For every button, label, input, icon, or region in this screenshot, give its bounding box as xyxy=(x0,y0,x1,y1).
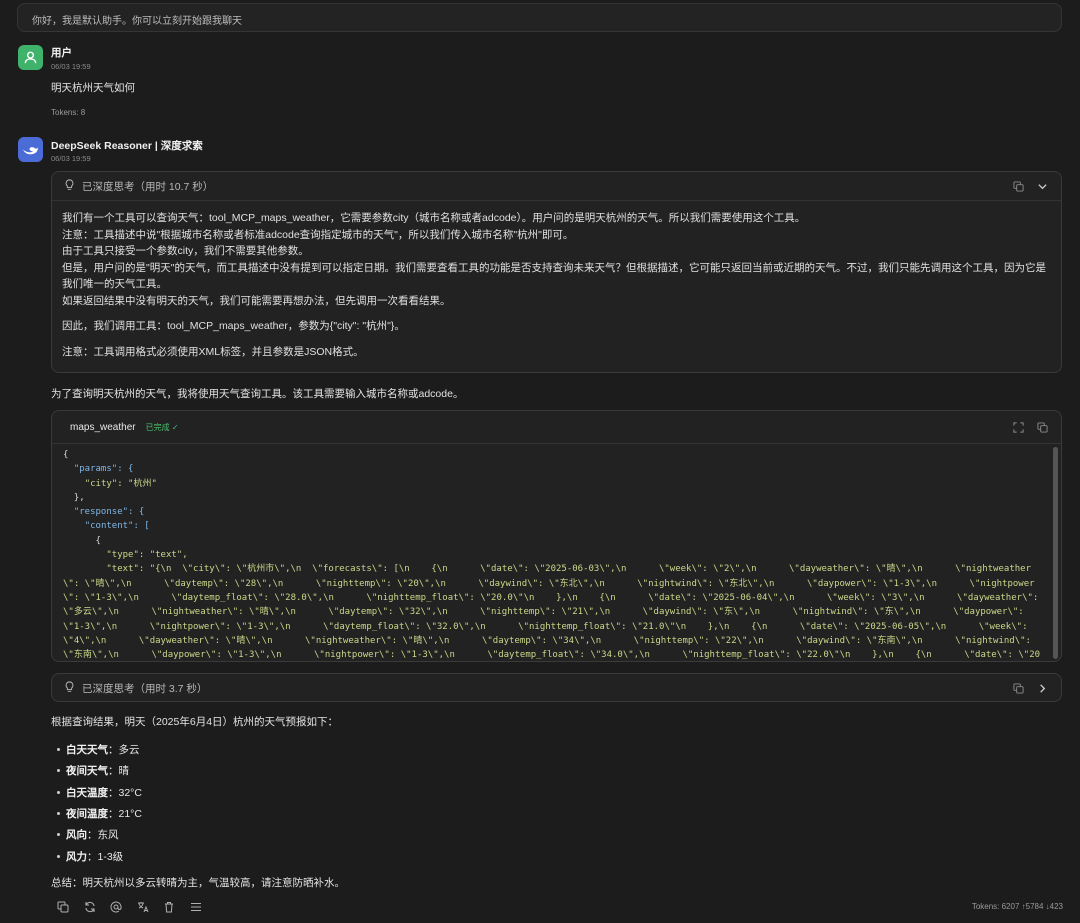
forecast-label: 白天温度 xyxy=(66,786,108,799)
copy-icon[interactable] xyxy=(56,900,70,914)
thinking-block-2[interactable]: 已深度思考（用时 3.7 秒） xyxy=(51,673,1062,702)
list-item: 白天天气 ：多云 xyxy=(57,739,142,760)
chevron-right-icon[interactable] xyxy=(1035,681,1049,695)
list-item: 白天温度 ：32°C xyxy=(57,782,142,803)
code-line: "params": { xyxy=(63,464,134,475)
code-line: { xyxy=(63,535,101,546)
code-line: "text": "{\n \"city\": \"杭州市\",\n \"fore… xyxy=(63,564,1041,661)
forecast-value: ：21°C xyxy=(108,808,142,821)
assistant-tokens: Tokens: 6207 ↑5784 ↓423 xyxy=(971,902,1063,911)
copy-icon[interactable] xyxy=(1011,681,1025,695)
forecast-value: ：1-3级 xyxy=(87,850,124,863)
user-avatar xyxy=(18,45,43,70)
code-line: "response": { xyxy=(63,507,145,518)
thinking-line: 注意：工具描述中说"根据城市名称或者标准adcode查询指定城市的天气"，所以我… xyxy=(62,228,574,241)
thinking-content-1: 我们有一个工具可以查询天气：tool_MCP_maps_weather，它需要参… xyxy=(52,200,1061,370)
forecast-value: ：32°C xyxy=(108,786,142,799)
copy-icon[interactable] xyxy=(1011,179,1025,193)
code-line: "content": [ xyxy=(63,521,150,532)
forecast-value: ：多云 xyxy=(108,744,140,757)
copy-icon[interactable] xyxy=(1035,420,1049,434)
list-item: 夜间温度 ：21°C xyxy=(57,803,142,824)
thinking-label-1: 已深度思考（用时 10.7 秒） xyxy=(82,180,214,193)
forecast-label: 风向 xyxy=(66,829,87,842)
deepseek-avatar xyxy=(18,137,43,162)
list-item: 风力 ：1-3级 xyxy=(57,845,142,866)
menu-icon[interactable] xyxy=(189,900,203,914)
message-actions xyxy=(56,900,216,914)
forecast-label: 白天天气 xyxy=(66,744,108,757)
lightbulb-icon xyxy=(64,680,78,696)
thinking-block-1: 已深度思考（用时 10.7 秒） 我们有一个工具可以查询天气：tool_MCP_… xyxy=(51,171,1062,373)
assistant-greeting: 你好，我是默认助手。你可以立刻开始跟我聊天 xyxy=(17,3,1062,32)
tool-status-badge: 已完成 ✓ xyxy=(145,422,179,432)
thinking-header-1[interactable]: 已深度思考（用时 10.7 秒） xyxy=(52,172,1061,200)
user-message-text: 明天杭州天气如何 xyxy=(51,82,135,94)
mention-icon[interactable] xyxy=(109,900,123,914)
answer-summary: 总结：明天杭州以多云转晴为主，气温较高，请注意防晒补水。 xyxy=(51,877,345,889)
thinking-line: 因此，我们调用工具：tool_MCP_maps_weather，参数为{"cit… xyxy=(62,320,405,332)
list-item: 风向 ：东风 xyxy=(57,824,142,845)
assistant-message-time: 06/03 19:59 xyxy=(51,154,91,163)
translate-icon[interactable] xyxy=(136,900,150,914)
user-message-time: 06/03 19:59 xyxy=(51,62,91,71)
user-tokens: Tokens: 8 xyxy=(51,108,86,117)
forecast-list: 白天天气 ：多云 夜间天气 ：晴 白天温度 ：32°C 夜间温度 ：21°C 风向 ：东风… xyxy=(57,739,142,867)
whale-icon xyxy=(23,145,38,155)
thinking-line: 我们有一个工具可以查询天气：tool_MCP_maps_weather，它需要参… xyxy=(62,212,806,224)
thinking-line: 注意：工具调用格式必须使用XML标签，并且参数是JSON格式。 xyxy=(62,345,364,358)
expand-icon[interactable] xyxy=(1011,420,1025,434)
thinking-line: 由于工具只接受一个参数city，我们不需要其他参数。 xyxy=(62,245,309,257)
tool-call-json: { "params": { "city": "杭州" }, "response"… xyxy=(52,444,1061,661)
user-name: 用户 xyxy=(51,47,72,59)
forecast-label: 夜间温度 xyxy=(66,808,108,821)
thinking-label-2: 已深度思考（用时 3.7 秒） xyxy=(82,682,208,695)
thinking-line: 但是，用户问的是"明天"的天气，而工具描述中没有提到可以指定日期。我们需要查看工… xyxy=(62,261,1046,291)
tool-call-block: maps_weather 已完成 ✓ { "params": { "city":… xyxy=(51,410,1062,662)
assistant-name: DeepSeek Reasoner | 深度求索 xyxy=(51,140,203,152)
lightbulb-icon xyxy=(64,178,78,194)
regenerate-icon[interactable] xyxy=(83,900,97,914)
list-item: 夜间天气 ：晴 xyxy=(57,760,142,781)
tool-name: maps_weather xyxy=(70,421,136,433)
user-icon xyxy=(24,51,37,64)
code-line: { xyxy=(63,450,69,460)
tool-intro-text: 为了查询明天杭州的天气，我将使用天气查询工具。该工具需要输入城市名称或adcod… xyxy=(51,388,464,400)
forecast-label: 夜间天气 xyxy=(66,765,108,778)
code-line: "city": "杭州" xyxy=(63,478,157,489)
code-line: "type": "text", xyxy=(63,550,188,561)
code-scrollbar-thumb[interactable] xyxy=(1053,447,1058,659)
delete-icon[interactable] xyxy=(162,900,176,914)
forecast-label: 风力 xyxy=(66,850,87,863)
thinking-line: 如果返回结果中没有明天的天气，我们可能需要再想办法，但先调用一次看看结果。 xyxy=(62,294,451,307)
code-line: }, xyxy=(63,492,85,503)
forecast-value: ：晴 xyxy=(108,765,129,778)
forecast-value: ：东风 xyxy=(87,829,119,842)
chevron-down-icon[interactable] xyxy=(1035,179,1049,193)
answer-intro: 根据查询结果，明天（2025年6月4日）杭州的天气预报如下： xyxy=(51,716,339,728)
